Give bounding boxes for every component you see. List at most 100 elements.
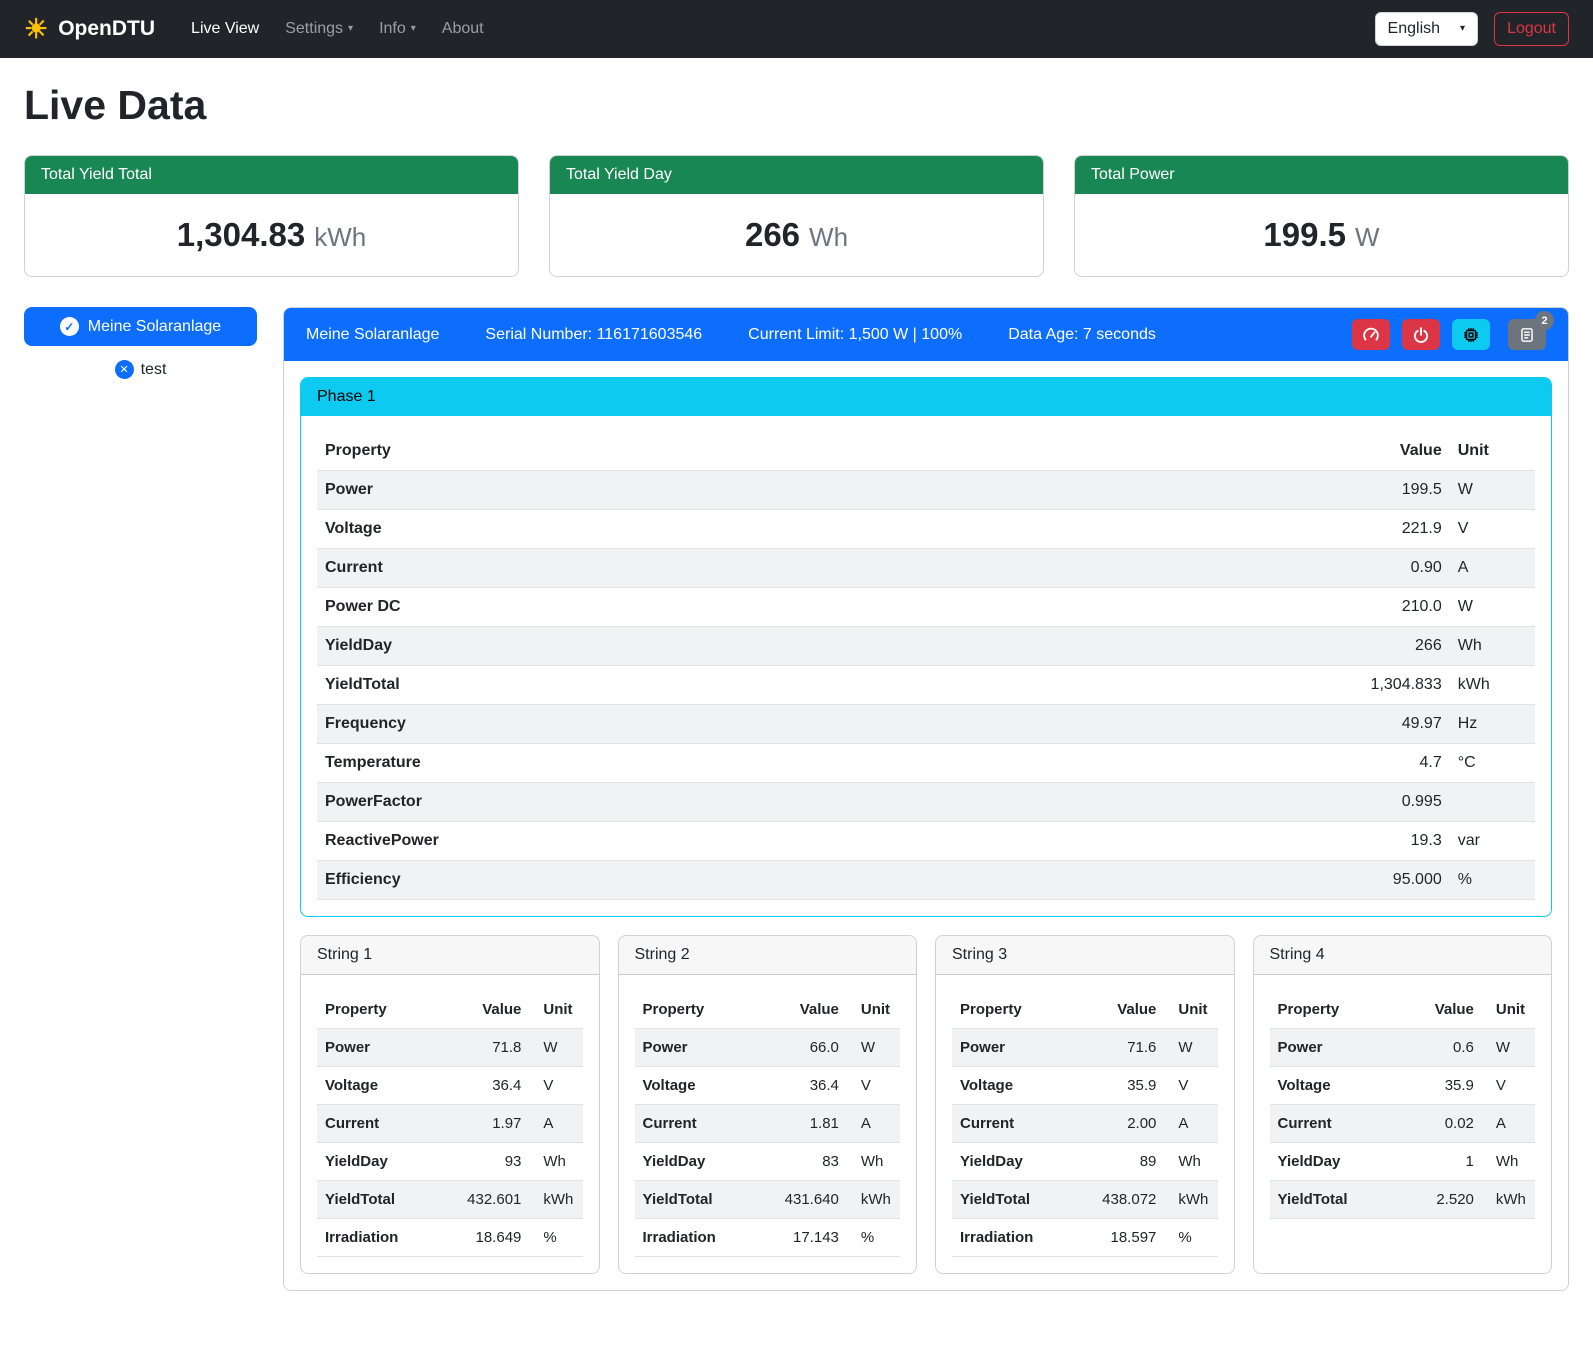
- property-cell: Current: [317, 1105, 439, 1143]
- value-cell: 0.02: [1392, 1105, 1482, 1143]
- unit-cell: V: [529, 1067, 582, 1105]
- inverter-select-button-test[interactable]: ✕ test: [115, 360, 167, 379]
- event-log-button[interactable]: 2: [1508, 319, 1546, 350]
- inverter-select-label: Meine Solaranlage: [88, 318, 221, 336]
- chevron-down-icon: ▾: [411, 24, 416, 34]
- value-cell: 93: [439, 1143, 529, 1181]
- speedometer-icon: [1362, 326, 1380, 344]
- unit-cell: W: [1482, 1029, 1535, 1067]
- value-column-header: Value: [757, 991, 847, 1029]
- table-row: YieldDay83Wh: [635, 1143, 901, 1181]
- table-row: YieldDay266Wh: [317, 627, 1535, 666]
- unit-cell: Hz: [1450, 705, 1535, 744]
- page-title: Live Data: [24, 82, 1569, 129]
- phase-1-title: Phase 1: [301, 378, 1551, 416]
- table-row: Power71.8W: [317, 1029, 583, 1067]
- unit-cell: V: [1450, 510, 1535, 549]
- table-row: Irradiation18.649%: [317, 1219, 583, 1257]
- property-cell: Current: [635, 1105, 757, 1143]
- device-info-button[interactable]: [1452, 319, 1490, 350]
- property-cell: Voltage: [317, 1067, 439, 1105]
- nav-info[interactable]: Info ▾: [369, 12, 426, 46]
- string-table: Property Value Unit Power0.6W Voltage35.…: [1270, 991, 1536, 1219]
- inverter-serial-number: Serial Number: 116171603546: [485, 326, 702, 344]
- summary-card-unit: Wh: [809, 222, 848, 252]
- table-row: Voltage36.4V: [635, 1067, 901, 1105]
- value-column-header: Value: [1243, 432, 1450, 471]
- table-row: Frequency49.97Hz: [317, 705, 1535, 744]
- string-table: Property Value Unit Power71.6W Voltage35…: [952, 991, 1218, 1257]
- value-cell: 18.597: [1074, 1219, 1164, 1257]
- string-3-card: String 3 Property Value Unit: [935, 935, 1235, 1274]
- table-row: YieldTotal432.601kWh: [317, 1181, 583, 1219]
- property-cell: YieldDay: [952, 1143, 1074, 1181]
- check-circle-icon: ✓: [60, 317, 79, 336]
- table-row: Voltage221.9V: [317, 510, 1535, 549]
- nav-live-view-label: Live View: [191, 20, 259, 38]
- inverter-select-button-active[interactable]: ✓ Meine Solaranlage: [24, 307, 257, 346]
- value-cell: 18.649: [439, 1219, 529, 1257]
- property-column-header: Property: [635, 991, 757, 1029]
- power-icon: [1412, 326, 1430, 344]
- logout-button[interactable]: Logout: [1494, 12, 1569, 46]
- unit-cell: A: [529, 1105, 582, 1143]
- inverter-current-limit: Current Limit: 1,500 W | 100%: [748, 326, 962, 344]
- value-cell: 35.9: [1392, 1067, 1482, 1105]
- unit-cell: A: [1450, 549, 1535, 588]
- nav-settings[interactable]: Settings ▾: [275, 12, 363, 46]
- brand[interactable]: ☀ OpenDTU: [24, 16, 155, 43]
- unit-cell: W: [529, 1029, 582, 1067]
- unit-cell: Wh: [1164, 1143, 1217, 1181]
- inverter-card-body: Phase 1 Property Value Unit: [284, 361, 1568, 1290]
- nav-live-view[interactable]: Live View: [181, 12, 269, 46]
- main-layout: ✓ Meine Solaranlage ✕ test Meine Solaran…: [24, 307, 1569, 1291]
- unit-cell: var: [1450, 822, 1535, 861]
- string-3-body: Property Value Unit Power71.6W Voltage35…: [936, 975, 1234, 1273]
- string-2-card: String 2 Property Value Unit: [618, 935, 918, 1274]
- property-cell: Power DC: [317, 588, 1243, 627]
- nav-info-label: Info: [379, 20, 406, 38]
- nav-about[interactable]: About: [432, 12, 494, 46]
- string-4-card: String 4 Property Value Unit: [1253, 935, 1553, 1274]
- property-cell: Current: [1270, 1105, 1392, 1143]
- unit-cell: W: [1164, 1029, 1217, 1067]
- value-cell: 36.4: [439, 1067, 529, 1105]
- string-2-title: String 2: [619, 936, 917, 975]
- property-cell: YieldTotal: [952, 1181, 1074, 1219]
- value-cell: 1: [1392, 1143, 1482, 1181]
- table-row: Current2.00A: [952, 1105, 1218, 1143]
- summary-card-body: 266 Wh: [550, 194, 1043, 276]
- string-table: Property Value Unit Power66.0W Voltage36…: [635, 991, 901, 1257]
- unit-cell: %: [847, 1219, 900, 1257]
- unit-cell: %: [1164, 1219, 1217, 1257]
- string-table: Property Value Unit Power71.8W Voltage36…: [317, 991, 583, 1257]
- property-cell: Voltage: [952, 1067, 1074, 1105]
- unit-column-header: Unit: [1450, 432, 1535, 471]
- table-row: Power DC210.0W: [317, 588, 1535, 627]
- summary-card-value: 266: [745, 216, 800, 253]
- inverter-name: Meine Solaranlage: [306, 326, 439, 344]
- property-column-header: Property: [952, 991, 1074, 1029]
- table-row: Current1.97A: [317, 1105, 583, 1143]
- value-column-header: Value: [1074, 991, 1164, 1029]
- language-select[interactable]: English ▾: [1375, 12, 1479, 46]
- value-cell: 1.97: [439, 1105, 529, 1143]
- property-cell: Power: [317, 1029, 439, 1067]
- string-1-title: String 1: [301, 936, 599, 975]
- summary-cards-row: Total Yield Total 1,304.83kWh Total Yiel…: [24, 155, 1569, 277]
- language-select-value: English: [1388, 20, 1440, 38]
- value-cell: 71.8: [439, 1029, 529, 1067]
- unit-cell: °C: [1450, 744, 1535, 783]
- string-3-title: String 3: [936, 936, 1234, 975]
- unit-cell: %: [529, 1219, 582, 1257]
- power-toggle-button[interactable]: [1402, 319, 1440, 350]
- string-4-title: String 4: [1254, 936, 1552, 975]
- string-2-body: Property Value Unit Power66.0W Voltage36…: [619, 975, 917, 1273]
- inverter-data-age: Data Age: 7 seconds: [1008, 326, 1156, 344]
- unit-column-header: Unit: [1164, 991, 1217, 1029]
- limit-settings-button[interactable]: [1352, 319, 1390, 350]
- summary-card-title: Total Yield Day: [550, 156, 1043, 194]
- value-column-header: Value: [1392, 991, 1482, 1029]
- table-row: YieldDay1Wh: [1270, 1143, 1536, 1181]
- inverter-header-actions: 2: [1352, 319, 1546, 350]
